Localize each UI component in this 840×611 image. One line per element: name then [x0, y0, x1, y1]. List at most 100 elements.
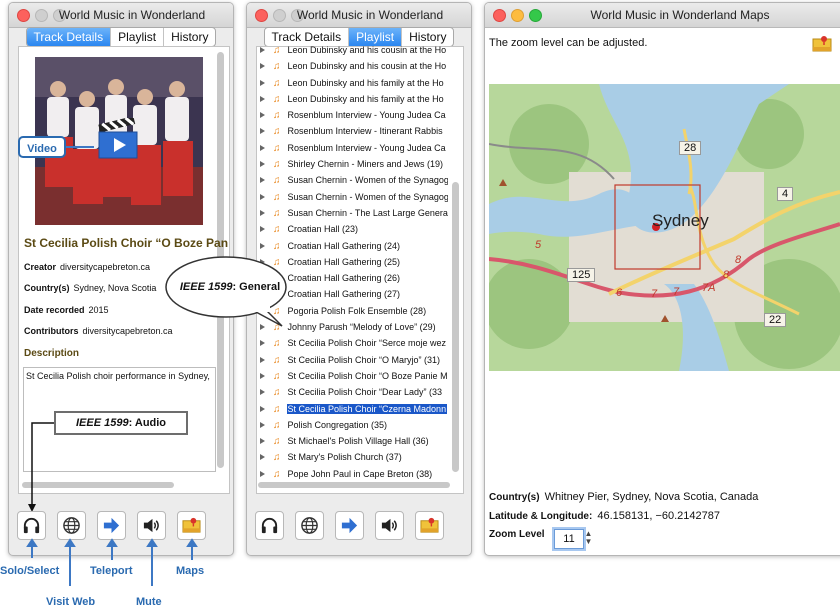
playlist-item[interactable]: ♫ Rosenblum Interview - Young Judea Ca — [260, 140, 448, 156]
disclosure-triangle-icon[interactable] — [260, 356, 265, 363]
disclosure-triangle-icon[interactable] — [260, 421, 265, 428]
playlist-item[interactable]: ♫ St Cecilia Polish Choir “O Maryjo” (31) — [260, 352, 448, 368]
music-note-icon: ♫ — [273, 370, 281, 382]
music-note-icon: ♫ — [273, 419, 281, 431]
clapperboard-icon[interactable] — [96, 118, 140, 162]
route-label-7a: 7 — [651, 288, 658, 300]
track-title: St Cecilia Polish Choir “O Boze Pan — [24, 236, 229, 250]
disclosure-triangle-icon[interactable] — [260, 112, 265, 119]
title-bar[interactable]: World Music in Wonderland — [247, 3, 471, 28]
playlist-item[interactable]: ♫ Susan Chernin - The Last Large Genera — [260, 205, 448, 221]
playlist-item[interactable]: ♫ Croatian Hall (23) — [260, 221, 448, 237]
playlist-item-label: St Cecilia Polish Choir “Serce moje wez — [287, 338, 447, 349]
disclosure-triangle-icon[interactable] — [260, 47, 265, 53]
disclosure-triangle-icon[interactable] — [260, 389, 265, 396]
disclosure-triangle-icon[interactable] — [260, 63, 265, 70]
playlist-item[interactable]: ♫ Leon Dubinsky and his cousin at the Ho — [260, 58, 448, 74]
playlist-item[interactable]: ♫ St Cecilia Polish Choir “Czerna Madonn — [260, 401, 448, 417]
disclosure-triangle-icon[interactable] — [260, 438, 265, 445]
playlist-item[interactable]: ♫ Shirley Chernin - Miners and Jews (19) — [260, 156, 448, 172]
map-icon — [182, 517, 201, 533]
music-note-icon: ♫ — [273, 468, 281, 480]
disclosure-triangle-icon[interactable] — [260, 144, 265, 151]
maps-button[interactable] — [415, 511, 444, 540]
general-callout-type: : General — [232, 281, 281, 293]
disclosure-triangle-icon[interactable] — [260, 242, 265, 249]
teleport-button[interactable] — [97, 511, 126, 540]
disclosure-triangle-icon[interactable] — [260, 226, 265, 233]
playlist-item-label: Rosenblum Interview - Itinerant Rabbis — [287, 126, 443, 137]
playlist-item[interactable]: ♫ Leon Dubinsky and his family at the Ho — [260, 75, 448, 91]
globe-icon — [63, 517, 80, 534]
playlist-item-label: Croatian Hall Gathering (24) — [287, 240, 401, 251]
description-text: St Cecilia Polish choir performance in S… — [26, 371, 210, 381]
vertical-scrollbar[interactable] — [452, 182, 459, 472]
description-label: Description — [24, 348, 80, 359]
music-note-icon: ♫ — [273, 354, 281, 366]
globe-button[interactable] — [295, 511, 324, 540]
disclosure-triangle-icon[interactable] — [260, 405, 265, 412]
playlist-item[interactable]: ♫ Rosenblum Interview - Itinerant Rabbis — [260, 123, 448, 139]
title-bar[interactable]: World Music in Wonderland Maps — [485, 3, 840, 28]
mute-button[interactable] — [375, 511, 404, 540]
creator-row: Creator diversitycapebreton.ca — [24, 262, 150, 272]
visit-web-annotation: Visit Web — [46, 596, 96, 608]
zoom-level-stepper[interactable]: 11 — [554, 529, 584, 549]
headphones-icon — [23, 517, 40, 534]
horizontal-scrollbar[interactable] — [258, 482, 450, 488]
disclosure-triangle-icon[interactable] — [260, 470, 265, 477]
disclosure-triangle-icon[interactable] — [260, 209, 265, 216]
general-callout-standard: IEEE 1599 — [179, 281, 233, 293]
disclosure-triangle-icon[interactable] — [260, 372, 265, 379]
disclosure-triangle-icon[interactable] — [260, 79, 265, 86]
playlist-item[interactable]: ♫ St Cecilia Polish Choir “O Boze Panie M — [260, 368, 448, 384]
playlist-item-label: Johnny Parush “Melody of Love” (29) — [287, 322, 436, 333]
playlist-item-label: St Mary's Polish Church (37) — [287, 452, 402, 463]
playlist-item[interactable]: ♫ Leon Dubinsky and his family at the Ho — [260, 91, 448, 107]
zoom-stepper-arrows[interactable]: ▲ ▼ — [584, 530, 593, 547]
playlist-item-label: Pogoria Polish Folk Ensemble (28) — [287, 305, 427, 316]
playlist-item-label: Rosenblum Interview - Young Judea Ca — [287, 142, 446, 153]
playlist-item-label: Susan Chernin - The Last Large Genera — [287, 207, 448, 218]
playlist-item[interactable]: ♫ Pope John Paul in Cape Breton (38) — [260, 466, 448, 480]
tab-playlist[interactable]: Playlist — [110, 28, 163, 46]
playlist-item-label: Leon Dubinsky and his cousin at the Ho — [287, 45, 447, 55]
map-city-label: Sydney — [652, 211, 709, 230]
title-bar[interactable]: World Music in Wonderland — [9, 3, 233, 28]
playlist-item[interactable]: ♫ Susan Chernin - Women of the Synagog — [260, 172, 448, 188]
audio-callout: IEEE 1599: Audio — [54, 411, 188, 435]
tab-history[interactable]: History — [163, 28, 215, 46]
headphones-button[interactable] — [255, 511, 284, 540]
zoom-note: The zoom level can be adjusted. — [489, 37, 648, 49]
audio-callout-type: : Audio — [128, 417, 167, 429]
disclosure-triangle-icon[interactable] — [260, 177, 265, 184]
disclosure-triangle-icon[interactable] — [260, 95, 265, 102]
tab-track-details[interactable]: Track Details — [26, 28, 111, 46]
music-note-icon: ♫ — [273, 159, 281, 171]
globe-button[interactable] — [57, 511, 86, 540]
headphones-button[interactable] — [17, 511, 46, 540]
disclosure-triangle-icon[interactable] — [260, 193, 265, 200]
playlist-item[interactable]: ♫ Susan Chernin - Women of the Synagog — [260, 189, 448, 205]
video-arrow — [66, 146, 94, 148]
playlist-item[interactable]: ♫ Polish Congregation (35) — [260, 417, 448, 433]
music-note-icon: ♫ — [273, 175, 281, 187]
playlist-item[interactable]: ♫ St Mary's Polish Church (37) — [260, 449, 448, 465]
playlist-item[interactable]: ♫ St Cecilia Polish Choir “Dear Lady” (33 — [260, 384, 448, 400]
country-label: Country(s) — [24, 283, 70, 293]
maps-button[interactable] — [177, 511, 206, 540]
map-icon[interactable] — [812, 34, 832, 54]
date-label: Date recorded — [24, 305, 85, 315]
creator-label: Creator — [24, 262, 57, 272]
music-note-icon: ♫ — [273, 110, 281, 122]
disclosure-triangle-icon[interactable] — [260, 161, 265, 168]
teleport-button[interactable] — [335, 511, 364, 540]
mute-button[interactable] — [137, 511, 166, 540]
speaker-icon — [381, 518, 397, 533]
playlist-item[interactable]: ♫ St Michael's Polish Village Hall (36) — [260, 433, 448, 449]
playlist-item[interactable]: ♫ Rosenblum Interview - Young Judea Ca — [260, 107, 448, 123]
playlist-item[interactable]: ♫ Leon Dubinsky and his cousin at the Ho — [260, 42, 448, 58]
disclosure-triangle-icon[interactable] — [260, 128, 265, 135]
map-view[interactable]: Sydney 28 4 5 125 6 7 7 7A 8 8 22 — [489, 84, 840, 371]
disclosure-triangle-icon[interactable] — [260, 454, 265, 461]
